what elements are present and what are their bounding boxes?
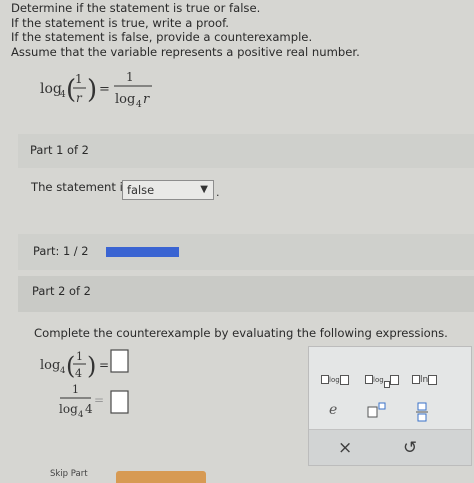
- expr1-denominator: 4: [75, 367, 82, 380]
- exponent-button[interactable]: [367, 402, 389, 422]
- prompt-line-1: Determine if the statement is true or fa…: [11, 1, 261, 15]
- expr1-right-paren: ): [87, 352, 96, 380]
- progress-section: Part: 1 / 2: [18, 234, 474, 270]
- fraction-icon: [416, 402, 428, 422]
- problem-prompt: Determine if the statement is true or fa…: [11, 1, 360, 59]
- part2-heading: Part 2 of 2: [32, 284, 91, 298]
- placeholder-box-icon: [412, 375, 420, 384]
- log-button[interactable]: log: [321, 369, 349, 388]
- prompt-line-2: If the statement is true, write a proof.: [11, 15, 229, 30]
- dropdown-arrow-icon: ▼: [200, 184, 208, 195]
- eq1-rhs-numerator: 1: [126, 70, 134, 84]
- select-value: false: [127, 183, 155, 197]
- statement-period: .: [216, 186, 220, 199]
- progress-label: Part: 1 / 2: [33, 244, 89, 258]
- placeholder-box-icon: [321, 375, 329, 384]
- log-label: log: [329, 375, 340, 384]
- exponent-icon: [367, 402, 386, 418]
- eq1-log: log: [40, 81, 62, 97]
- expr2-numerator: 1: [72, 383, 79, 396]
- part2-instruction: Complete the counterexample by evaluatin…: [34, 326, 448, 340]
- log-base-button[interactable]: log: [365, 369, 399, 388]
- expr1-numerator: 1: [76, 350, 83, 363]
- expr1-base: 4: [60, 366, 65, 376]
- placeholder-box-icon: [339, 374, 349, 385]
- eq1-rhs-variable: r: [143, 92, 150, 107]
- ln-label: ln: [420, 374, 429, 385]
- eq1-rhs-base: 4: [136, 100, 142, 110]
- toolbar-actions: × ↺: [309, 429, 471, 465]
- counterexample-expressions: log 4 ( 1 4 ) = 1 log 4 4 =: [40, 349, 129, 420]
- eq1-equals: =: [99, 82, 110, 97]
- check-button[interactable]: [116, 471, 206, 483]
- eq1-right-paren: ): [87, 75, 97, 105]
- part1-heading: Part 1 of 2: [30, 143, 89, 157]
- placeholder-box-icon: [428, 374, 438, 385]
- fraction-button[interactable]: [415, 402, 429, 426]
- math-toolbar-panel: log log ln e × ↺: [308, 346, 472, 466]
- placeholder-box-icon: [365, 375, 373, 384]
- eq1-numerator: 1: [75, 72, 83, 86]
- expr2-answer-box[interactable]: [110, 390, 129, 414]
- expr2-arg: 4: [85, 402, 93, 416]
- statement-label: The statement is: [31, 180, 129, 194]
- prompt-line-3: If the statement is false, provide a cou…: [11, 30, 313, 45]
- prompt-line-4: Assume that the variable represents a po…: [11, 44, 360, 59]
- placeholder-box-icon: [389, 374, 399, 385]
- e-button[interactable]: e: [329, 402, 337, 418]
- part1-header: Part 1 of 2: [18, 134, 474, 168]
- expr1-left-paren: (: [66, 352, 75, 380]
- eq1-rhs-log: log: [115, 92, 135, 107]
- ln-button[interactable]: ln: [412, 369, 438, 388]
- expr2-log: log: [59, 402, 78, 416]
- expr1-log: log: [40, 358, 60, 373]
- skip-part-link[interactable]: Skip Part: [50, 469, 88, 479]
- expr1-answer-box[interactable]: [110, 349, 129, 373]
- part2-header: Part 2 of 2: [18, 276, 474, 312]
- eq1-variable: r: [76, 91, 83, 105]
- toolbar-buttons: log log ln e: [309, 347, 471, 429]
- expr2-base: 4: [78, 410, 83, 420]
- true-false-select[interactable]: false ▼: [122, 180, 214, 200]
- clear-icon[interactable]: ×: [338, 438, 352, 458]
- progress-bar: [106, 247, 179, 257]
- undo-icon[interactable]: ↺: [403, 438, 417, 458]
- log-base-label: log: [373, 375, 384, 384]
- expr1-equals: =: [99, 358, 109, 372]
- statement-equation: log 4 ( 1 r ) = 1 log 4 r: [40, 70, 152, 110]
- expr2-equals: =: [94, 393, 104, 407]
